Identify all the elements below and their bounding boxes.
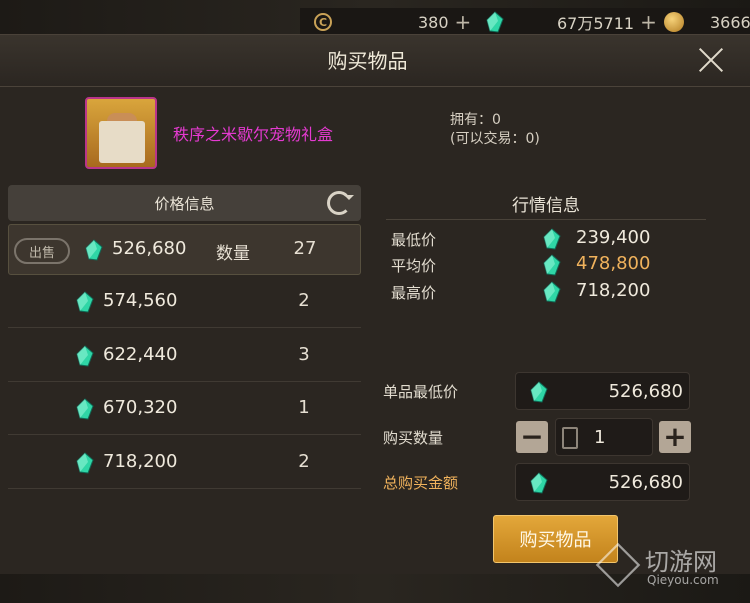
gem-icon — [530, 381, 548, 403]
watermark-subtext: Qieyou.com — [647, 573, 719, 587]
dialog-title: 购买物品 — [327, 49, 408, 73]
decrease-button[interactable]: − — [516, 421, 548, 453]
average-price-value: 478,800 — [576, 253, 651, 274]
sell-button[interactable]: 出售 — [14, 238, 70, 264]
purchase-quantity-label: 购买数量 — [383, 429, 444, 447]
currency-3 — [664, 8, 684, 36]
increase-button[interactable]: + — [659, 421, 691, 453]
gem-icon — [486, 11, 504, 33]
listing-price: 718,200 — [103, 451, 178, 472]
quantity-label: 数量 — [216, 244, 250, 264]
currency-1-add-icon[interactable]: + — [455, 10, 472, 34]
listing-row[interactable]: 718,200 2 — [8, 438, 361, 489]
currency-3-amount: 3666 — [710, 8, 750, 36]
currency-1-value: 380 — [418, 12, 449, 32]
gem-icon — [543, 228, 561, 250]
price-info-title: 价格信息 — [154, 195, 215, 213]
gem-icon — [543, 281, 561, 303]
currency-1-amount: 380 + — [418, 8, 471, 36]
listing-price: 574,560 — [103, 290, 178, 311]
gold-coin-icon — [664, 12, 684, 32]
total-amount-field: 526,680 — [515, 463, 690, 501]
currency-1: C — [314, 8, 332, 36]
total-amount-value: 526,680 — [608, 472, 683, 493]
currency-bar: C 380 + 67万5711 + 3666 — [300, 8, 750, 36]
highest-price-value: 718,200 — [576, 280, 651, 301]
close-icon[interactable] — [698, 47, 724, 73]
listing-row[interactable]: 出售 526,680 数量 27 — [8, 224, 361, 275]
market-info-title: 行情信息 — [512, 196, 580, 216]
watermark: 切游网 Qieyou.com — [595, 540, 747, 595]
watermark-text: 切游网 — [645, 548, 717, 576]
gem-icon — [76, 452, 94, 474]
gem-icon — [76, 291, 94, 313]
quantity-value: 1 — [594, 427, 606, 448]
item-icon — [85, 97, 157, 169]
quantity-stepper[interactable]: 1 — [555, 418, 653, 456]
lowest-price-label: 最低价 — [391, 231, 437, 249]
divider — [386, 219, 706, 220]
c-coin-icon: C — [314, 13, 332, 31]
ownership-info: 拥有：0 (可以交易：0) — [450, 111, 540, 149]
currency-2-amount: 67万5711 + — [557, 8, 657, 36]
total-amount-label: 总购买金额 — [383, 474, 459, 492]
unit-min-price-value: 526,680 — [608, 381, 683, 402]
currency-3-value: 3666 — [710, 12, 750, 32]
listing-row[interactable]: 574,560 2 — [8, 277, 361, 328]
unit-min-price-field: 526,680 — [515, 372, 690, 410]
average-price-label: 平均价 — [391, 257, 437, 275]
currency-2-value: 67万5711 — [557, 14, 635, 33]
currency-2 — [486, 8, 504, 36]
listing-qty: 2 — [298, 451, 310, 472]
gem-icon — [76, 398, 94, 420]
owned-count: 拥有：0 — [450, 112, 501, 128]
market-info: 行情信息 最低价 239,400 平均价 478,800 最高价 718,200 — [381, 185, 711, 315]
currency-2-add-icon[interactable]: + — [640, 10, 657, 34]
refresh-icon[interactable] — [327, 191, 354, 215]
dialog-header: 购买物品 — [0, 35, 750, 87]
unit-min-price-label: 单品最低价 — [383, 383, 459, 401]
listing-qty: 3 — [298, 344, 310, 365]
listing-price: 526,680 — [112, 238, 187, 259]
listing-price: 670,320 — [103, 397, 178, 418]
listing-qty: 27 — [293, 238, 317, 259]
listing-row[interactable]: 670,320 1 — [8, 384, 361, 435]
gem-icon — [543, 254, 561, 276]
price-info-header: 价格信息 — [8, 185, 361, 221]
gem-icon — [76, 345, 94, 367]
listing-row[interactable]: 622,440 3 — [8, 331, 361, 382]
gem-icon — [530, 472, 548, 494]
calculator-icon[interactable] — [562, 427, 578, 449]
gem-icon — [85, 239, 103, 261]
item-name: 秩序之米歇尔宠物礼盒 — [173, 125, 334, 144]
watermark-logo-icon — [595, 542, 641, 588]
listing-qty: 1 — [298, 397, 310, 418]
lowest-price-value: 239,400 — [576, 227, 651, 248]
highest-price-label: 最高价 — [391, 284, 437, 302]
tradeable-count: (可以交易：0) — [450, 131, 540, 147]
purchase-dialog: 购买物品 秩序之米歇尔宠物礼盒 拥有：0 (可以交易：0) 价格信息 出售 52… — [0, 34, 750, 574]
listing-qty: 2 — [298, 290, 310, 311]
listing-price: 622,440 — [103, 344, 178, 365]
